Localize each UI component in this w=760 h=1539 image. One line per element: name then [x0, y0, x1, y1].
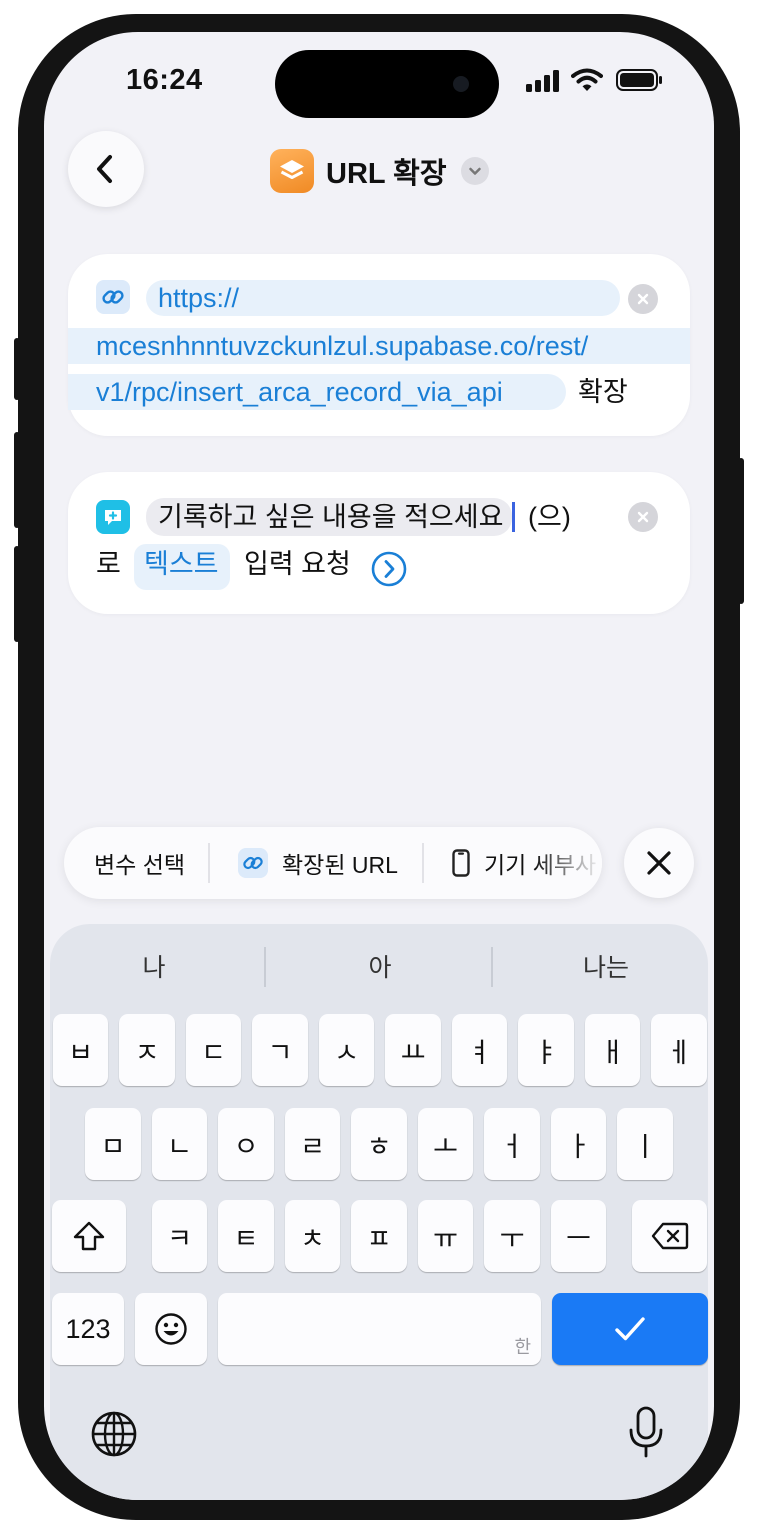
- suggestion-divider: [264, 947, 266, 987]
- ask-for-input-action-card[interactable]: 기록하고 싶은 내용을 적으세요 (으) 로 텍스트 입력 요청: [68, 472, 690, 614]
- particle-label: 로: [96, 549, 121, 579]
- shift-key[interactable]: [52, 1200, 126, 1272]
- clear-prompt-button[interactable]: [628, 502, 658, 532]
- layers-app-icon: [270, 149, 314, 193]
- key-ya[interactable]: ㅑ: [518, 1014, 574, 1086]
- numbers-key[interactable]: 123: [52, 1293, 124, 1365]
- delete-key[interactable]: [632, 1200, 707, 1272]
- volume-down-button: [14, 546, 20, 642]
- expand-url-action-card[interactable]: https:// mcesnhnntuvzckunlzul.supabase.c…: [68, 254, 690, 436]
- input-type-value[interactable]: 텍스트: [144, 546, 219, 582]
- camera-dot: [453, 76, 469, 92]
- key-jieut[interactable]: ㅈ: [119, 1014, 175, 1086]
- microphone-icon[interactable]: [628, 1406, 664, 1463]
- key-mieum[interactable]: ㅁ: [85, 1108, 141, 1180]
- ask-action-label: 입력 요청: [244, 549, 351, 579]
- cellular-signal-icon: [526, 70, 560, 97]
- suggestion-3[interactable]: 나는: [516, 948, 696, 984]
- globe-icon[interactable]: [90, 1410, 138, 1463]
- key-pieup[interactable]: ㅍ: [351, 1200, 407, 1272]
- prompt-text[interactable]: 기록하고 싶은 내용을 적으세요: [158, 499, 503, 535]
- expand-label: 확장: [578, 377, 628, 407]
- key-siot[interactable]: ㅅ: [319, 1014, 374, 1086]
- action-button: [14, 338, 20, 400]
- url-line-3[interactable]: v1/rpc/insert_arca_record_via_api: [96, 374, 503, 410]
- key-bieup[interactable]: ㅂ: [53, 1014, 108, 1086]
- space-language-hint: 한: [514, 1337, 531, 1358]
- key-o[interactable]: ㅗ: [418, 1108, 473, 1180]
- key-yu[interactable]: ㅠ: [418, 1200, 473, 1272]
- suggestion-1[interactable]: 나: [64, 948, 244, 984]
- screen: 16:24 URL 확장 https:// mcesnhnntuvzckunlz…: [44, 32, 714, 1500]
- suggestion-divider: [491, 947, 493, 987]
- particle-label: (으): [528, 502, 571, 532]
- backspace-icon: [651, 1222, 688, 1250]
- key-e[interactable]: ㅔ: [651, 1014, 707, 1086]
- page-title: URL 확장: [326, 158, 447, 190]
- select-variable-button[interactable]: 변수 선택: [94, 827, 185, 899]
- back-button[interactable]: [68, 131, 144, 207]
- dynamic-island: [275, 50, 499, 118]
- emoji-key[interactable]: [135, 1293, 207, 1365]
- space-key[interactable]: 한: [218, 1293, 541, 1365]
- chat-plus-icon: [96, 500, 130, 534]
- key-chieut[interactable]: ㅊ: [285, 1200, 340, 1272]
- side-button: [738, 458, 744, 604]
- close-icon: [637, 511, 649, 523]
- url-line-1[interactable]: https://: [158, 280, 239, 316]
- shift-icon: [73, 1221, 105, 1251]
- key-yo[interactable]: ㅛ: [385, 1014, 441, 1086]
- key-digeut[interactable]: ㄷ: [186, 1014, 241, 1086]
- shortcut-title[interactable]: URL 확장: [270, 149, 489, 193]
- key-hieut[interactable]: ㅎ: [351, 1108, 407, 1180]
- key-i[interactable]: ㅣ: [617, 1108, 673, 1180]
- chevron-left-icon: [97, 155, 112, 183]
- expanded-url-label: 확장된 URL: [282, 852, 398, 878]
- key-yeo[interactable]: ㅕ: [452, 1014, 507, 1086]
- expanded-url-variable[interactable]: 확장된 URL: [238, 827, 398, 899]
- clear-url-button[interactable]: [628, 284, 658, 314]
- url-line-2[interactable]: mcesnhnntuvzckunlzul.supabase.co/rest/: [96, 328, 588, 364]
- key-ae[interactable]: ㅐ: [585, 1014, 640, 1086]
- key-giyeok[interactable]: ㄱ: [252, 1014, 308, 1086]
- variable-bar: 변수 선택 확장된 URL 기기 세부사: [64, 827, 602, 899]
- key-kieuk[interactable]: ㅋ: [152, 1200, 207, 1272]
- key-tieut[interactable]: ㅌ: [218, 1200, 274, 1272]
- link-icon: [238, 848, 268, 878]
- key-ieung[interactable]: ㅇ: [218, 1108, 274, 1180]
- wifi-icon: [571, 68, 603, 97]
- smiley-icon: [155, 1313, 187, 1345]
- key-eo[interactable]: ㅓ: [484, 1108, 540, 1180]
- done-key[interactable]: [552, 1293, 708, 1365]
- divider: [208, 843, 210, 883]
- key-u[interactable]: ㅜ: [484, 1200, 540, 1272]
- close-icon: [647, 851, 671, 875]
- text-cursor: [512, 502, 515, 532]
- close-variable-bar-button[interactable]: [624, 828, 694, 898]
- link-icon: [96, 280, 130, 314]
- key-a[interactable]: ㅏ: [551, 1108, 606, 1180]
- key-rieul[interactable]: ㄹ: [285, 1108, 340, 1180]
- phone-icon: [452, 849, 470, 877]
- volume-up-button: [14, 432, 20, 528]
- divider: [422, 843, 424, 883]
- key-nieun[interactable]: ㄴ: [152, 1108, 207, 1180]
- close-icon: [637, 293, 649, 305]
- fade-overlay: [534, 827, 602, 899]
- checkmark-icon: [615, 1317, 645, 1341]
- expand-chevron-icon[interactable]: [370, 550, 408, 593]
- chevron-down-icon[interactable]: [460, 157, 489, 185]
- key-eu[interactable]: ㅡ: [551, 1200, 606, 1272]
- battery-icon: [616, 69, 664, 96]
- status-time: 16:24: [126, 64, 203, 96]
- suggestion-2[interactable]: 아: [290, 948, 470, 984]
